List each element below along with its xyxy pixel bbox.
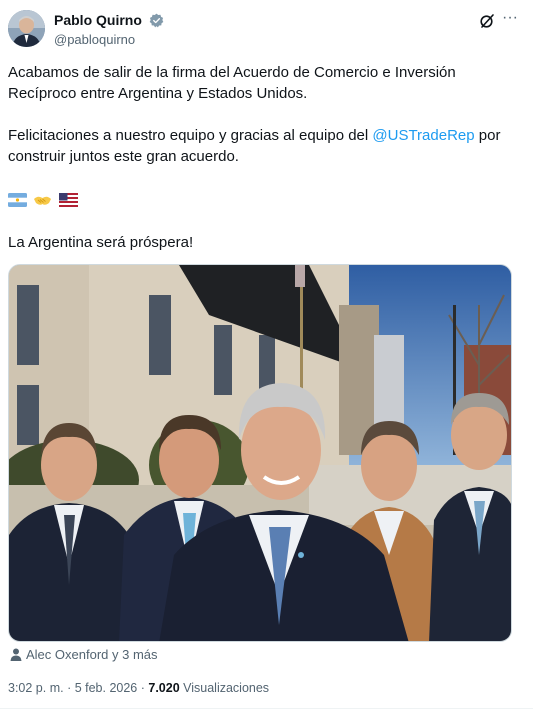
views-label: Visualizaciones: [179, 681, 270, 695]
emoji-row: [8, 191, 80, 209]
argentina-flag-icon: [8, 192, 27, 207]
tweet-paragraph-1: Acabamos de salir de la firma del Acuerd…: [8, 64, 456, 102]
tagged-people-text[interactable]: Alec Oxenford y 3 más: [26, 647, 158, 662]
tweet-paragraph-2-start: Felicitaciones a nuestro equipo y gracia…: [8, 127, 373, 144]
grok-icon[interactable]: [479, 13, 495, 29]
tweet-date[interactable]: 5 feb. 2026: [75, 681, 138, 695]
more-options-icon[interactable]: ···: [501, 10, 519, 29]
meta-separator: ·: [63, 681, 75, 695]
author-handle[interactable]: @pabloquirno: [54, 31, 164, 48]
author-names: Pablo Quirno @pabloquirno: [54, 12, 164, 48]
verified-badge-icon[interactable]: [149, 13, 164, 28]
tweet-photo[interactable]: [8, 264, 512, 642]
author-display-name[interactable]: Pablo Quirno: [54, 12, 142, 29]
divider: [0, 708, 533, 709]
tweet-header: Pablo Quirno @pabloquirno ···: [8, 10, 519, 50]
tweet-text: Acabamos de salir de la firma del Acuerd…: [8, 62, 508, 167]
tweet-meta: 3:02 p. m. · 5 feb. 2026 · 7.020 Visuali…: [8, 680, 269, 696]
tweet-time[interactable]: 3:02 p. m.: [8, 681, 64, 695]
tweet: Pablo Quirno @pabloquirno ··· Acabamos d…: [0, 0, 533, 720]
person-icon: [10, 648, 22, 661]
meta-separator: ·: [137, 681, 149, 695]
tagged-people[interactable]: Alec Oxenford y 3 más: [10, 646, 158, 663]
tweet-closing-line: La Argentina será próspera!: [8, 234, 194, 251]
us-flag-icon: [58, 192, 78, 207]
views-count: 7.020: [148, 681, 180, 695]
group-selfie-image: [9, 265, 511, 641]
avatar-image: [8, 10, 45, 47]
handshake-icon: [34, 196, 52, 205]
tweet-paragraph-2: Felicitaciones a nuestro equipo y gracia…: [8, 125, 508, 167]
mention-link[interactable]: @USTradeRep: [372, 127, 474, 144]
avatar[interactable]: [8, 10, 45, 47]
